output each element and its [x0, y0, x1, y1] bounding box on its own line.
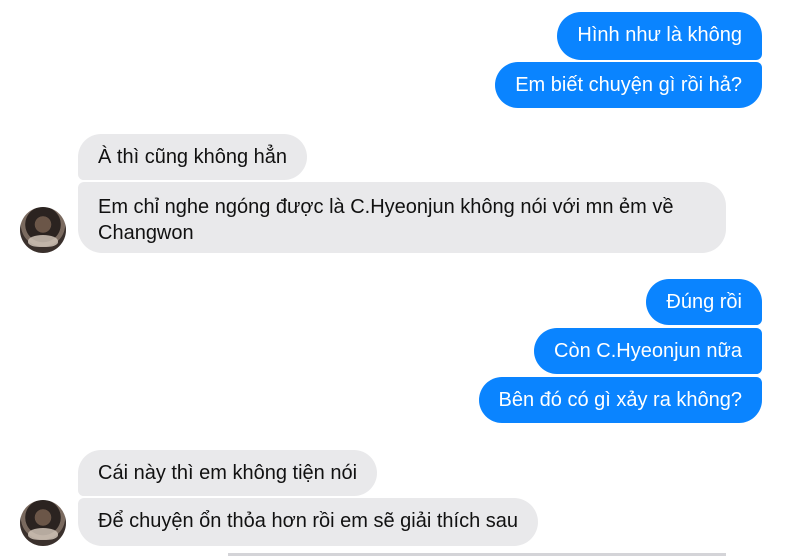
incoming-message[interactable]: Cái này thì em không tiện nói [78, 450, 378, 496]
contact-avatar[interactable] [20, 207, 66, 253]
incoming-message[interactable]: Em chỉ nghe ngóng được là C.Hyeonjun khô… [78, 182, 726, 253]
outgoing-message[interactable]: Còn C.Hyeonjun nữa [534, 328, 762, 374]
contact-avatar[interactable] [20, 500, 66, 546]
outgoing-message[interactable]: Bên đó có gì xảy ra không? [478, 377, 762, 423]
outgoing-message[interactable]: Em biết chuyện gì rồi hả? [495, 62, 762, 108]
incoming-message[interactable]: Để chuyện ổn thỏa hơn rồi em sẽ giải thí… [78, 498, 539, 546]
outgoing-message[interactable]: Đúng rồi [646, 279, 762, 325]
chat-thread: Hình như là không Em biết chuyện gì rồi … [0, 0, 800, 556]
incoming-message[interactable]: À thì cũng không hẳn [78, 134, 308, 180]
outgoing-message[interactable]: Hình như là không [557, 12, 762, 60]
